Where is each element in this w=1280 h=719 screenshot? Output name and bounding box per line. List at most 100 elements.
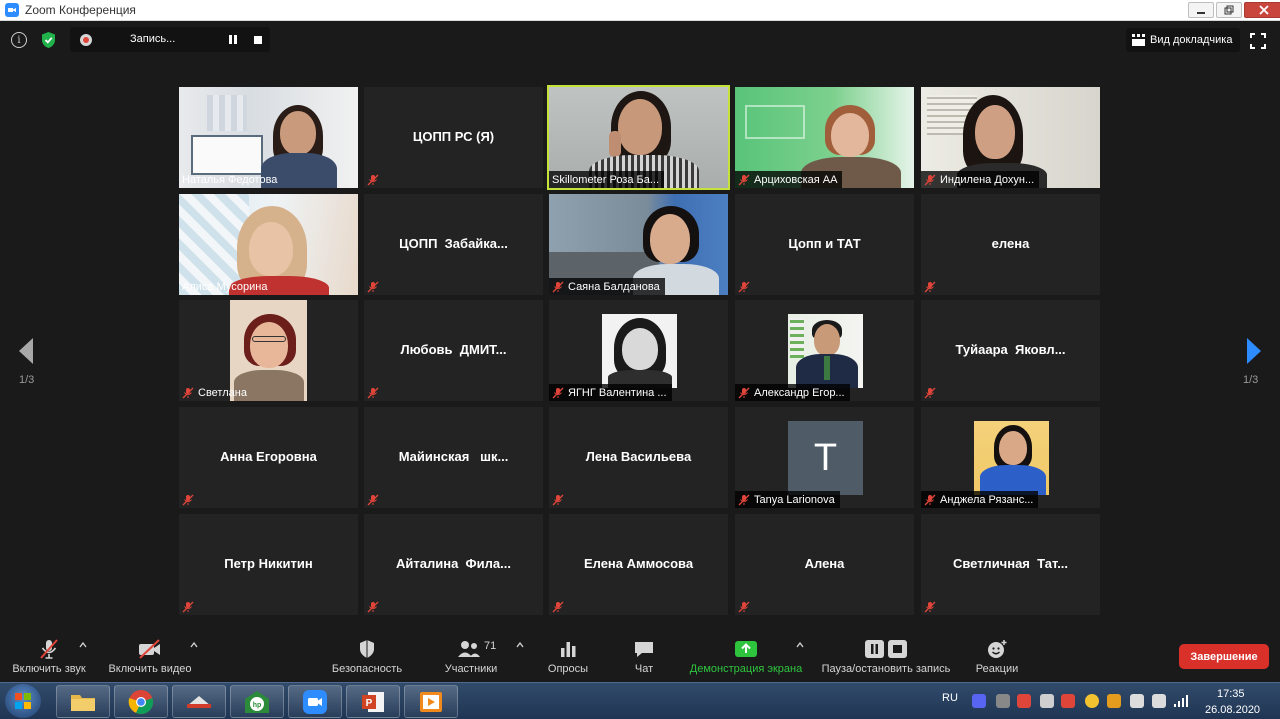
- muted-mic-icon: [738, 174, 750, 185]
- polls-button[interactable]: Опросы: [543, 628, 593, 682]
- chat-button[interactable]: Чат: [625, 628, 663, 682]
- chat-label: Чат: [634, 663, 654, 675]
- tray-app-icon[interactable]: [1107, 694, 1121, 708]
- participant-display-name: ЦОПП Забайка...: [399, 236, 508, 251]
- minimize-button[interactable]: [1188, 2, 1214, 18]
- share-options-chevron-icon[interactable]: [796, 642, 804, 648]
- video-tray-icon[interactable]: [1017, 694, 1031, 708]
- start-video-label: Включить видео: [108, 663, 192, 675]
- keyboard-language[interactable]: RU: [942, 692, 958, 704]
- participant-tile[interactable]: ЯГНГ Валентина ...: [549, 300, 728, 401]
- participant-tile[interactable]: Туйаара Яковл...: [921, 300, 1100, 401]
- folder-icon: [71, 694, 95, 711]
- participant-tile[interactable]: Светлана: [179, 300, 358, 401]
- tray-app-icon[interactable]: [996, 694, 1010, 708]
- discord-tray-icon[interactable]: [972, 694, 986, 708]
- participant-display-name: Цопп и ТАТ: [788, 236, 861, 251]
- participant-tile[interactable]: Айталина Фила...: [364, 514, 543, 615]
- speaker-view-icon: [1132, 34, 1145, 46]
- participants-options-chevron-icon[interactable]: [516, 642, 524, 648]
- participant-tile[interactable]: Петр Никитин: [179, 514, 358, 615]
- participant-display-name: Алена: [804, 556, 845, 571]
- taskbar-hp[interactable]: hp: [230, 685, 284, 718]
- end-meeting-button[interactable]: Завершение: [1179, 644, 1269, 669]
- network-status-icon[interactable]: [1040, 694, 1054, 708]
- participant-tile[interactable]: Саяна Балданова: [549, 194, 728, 295]
- profile-photo: [788, 314, 863, 388]
- meeting-info-icon[interactable]: i: [11, 32, 27, 48]
- participant-tile[interactable]: Арциховская АА: [735, 87, 914, 188]
- clock-date[interactable]: 26.08.2020: [1205, 704, 1260, 716]
- chrome-icon: [128, 689, 154, 714]
- previous-page-arrow-icon[interactable]: [17, 337, 35, 365]
- participant-tile[interactable]: Александр Егор...: [735, 300, 914, 401]
- taskbar-powerpoint[interactable]: P: [346, 685, 400, 718]
- participant-tile[interactable]: Алена: [735, 514, 914, 615]
- start-video-button[interactable]: Включить видео: [106, 628, 194, 682]
- participant-name-label: Арциховская АА: [735, 171, 843, 188]
- recording-indicator: Запись...: [70, 27, 270, 52]
- speaker-view-button[interactable]: Вид докладчика: [1126, 28, 1240, 52]
- participant-tile[interactable]: Майинская шк...: [364, 407, 543, 508]
- participant-tile[interactable]: Алиса Мусорина: [179, 194, 358, 295]
- reactions-button[interactable]: Реакции: [972, 628, 1022, 682]
- participant-tile[interactable]: Елена Аммосова: [549, 514, 728, 615]
- taskbar-zoom[interactable]: [288, 685, 342, 718]
- participant-display-name: Елена Аммосова: [583, 556, 694, 571]
- signal-strength-icon[interactable]: [1173, 694, 1189, 708]
- battery-icon[interactable]: [1152, 694, 1166, 708]
- clock-time[interactable]: 17:35: [1217, 688, 1245, 700]
- restore-icon: [1224, 5, 1234, 15]
- share-screen-button[interactable]: Демонстрация экрана: [686, 628, 806, 682]
- pause-stop-recording-button[interactable]: Пауза/остановить запись: [816, 628, 956, 682]
- taskbar-chrome[interactable]: [114, 685, 168, 718]
- participant-tile[interactable]: Лена Васильева: [549, 407, 728, 508]
- maximize-button[interactable]: [1216, 2, 1242, 18]
- participant-name: Александр Егор...: [754, 386, 845, 399]
- participant-tile[interactable]: ЦОПП Забайка...: [364, 194, 543, 295]
- muted-mic-icon: [552, 281, 564, 292]
- participant-name: Skillometer Роза Ба...: [552, 173, 660, 186]
- next-page-arrow-icon[interactable]: [1245, 337, 1263, 365]
- participant-tile[interactable]: Анджела Рязанс...: [921, 407, 1100, 508]
- fullscreen-icon[interactable]: [1250, 33, 1266, 49]
- stop-recording-icon[interactable]: [254, 36, 262, 44]
- participant-tile[interactable]: елена: [921, 194, 1100, 295]
- participant-tile[interactable]: Светличная Тат...: [921, 514, 1100, 615]
- video-options-chevron-icon[interactable]: [190, 642, 198, 648]
- participant-name-label: [364, 278, 388, 295]
- tray-app-icon[interactable]: [1085, 694, 1099, 708]
- participant-tile[interactable]: Наталья Федотова: [179, 87, 358, 188]
- participant-tile[interactable]: T Tanya Larionova: [735, 407, 914, 508]
- participant-tile[interactable]: Индилена Дохун...: [921, 87, 1100, 188]
- share-screen-label: Демонстрация экрана: [689, 663, 803, 675]
- participant-tile-active-speaker[interactable]: Skillometer Роза Ба...: [547, 85, 730, 190]
- minimize-icon: [1197, 12, 1205, 14]
- pause-recording-icon[interactable]: [228, 35, 238, 45]
- participant-tile[interactable]: Любовь ДМИТ...: [364, 300, 543, 401]
- muted-mic-icon: [924, 174, 936, 185]
- encryption-shield-icon[interactable]: [40, 31, 57, 49]
- clipboard-tray-icon[interactable]: [1130, 694, 1144, 708]
- unmute-button[interactable]: Включить звук: [8, 628, 90, 682]
- participant-tile[interactable]: Цопп и ТАТ: [735, 194, 914, 295]
- screen-recorder-tray-icon[interactable]: [1061, 694, 1075, 708]
- participant-name: Анджела Рязанс...: [940, 493, 1034, 506]
- close-button[interactable]: [1244, 2, 1280, 18]
- taskbar-app[interactable]: [172, 685, 226, 718]
- polls-bar-chart-icon: [561, 642, 576, 657]
- participant-name-label: [735, 278, 759, 295]
- participant-display-name: Петр Никитин: [224, 556, 313, 571]
- taskbar-explorer[interactable]: [56, 685, 110, 718]
- participant-tile[interactable]: ЦОПП РС (Я): [364, 87, 543, 188]
- participant-tile[interactable]: Анна Егоровна: [179, 407, 358, 508]
- zoom-app: Zoom Конференция i Запись... Вид докладч…: [0, 0, 1280, 719]
- recording-dot-icon: [80, 34, 92, 46]
- taskbar-media-player[interactable]: [404, 685, 458, 718]
- audio-options-chevron-icon[interactable]: [79, 642, 87, 648]
- security-button[interactable]: Безопасность: [328, 628, 406, 682]
- participant-display-name: Майинская шк...: [398, 449, 509, 464]
- participants-button[interactable]: 71 Участники: [440, 628, 502, 682]
- background-poster: [191, 135, 263, 175]
- start-button[interactable]: [5, 684, 41, 718]
